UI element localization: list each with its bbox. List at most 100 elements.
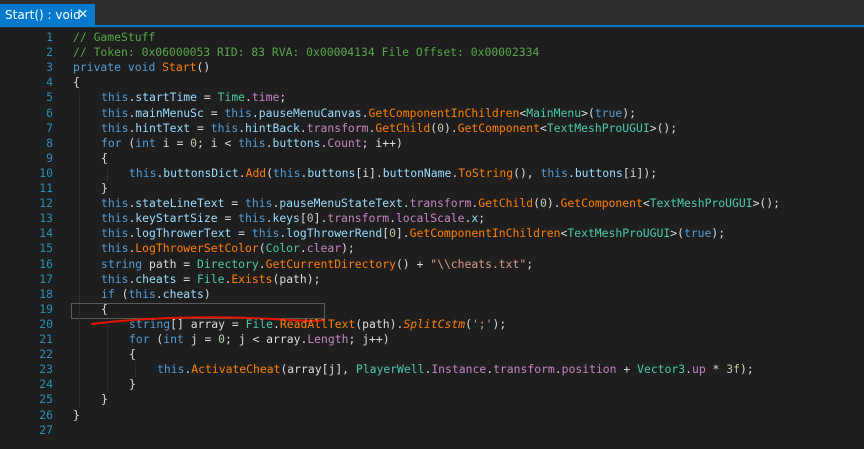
- code-token: =: [231, 226, 252, 241]
- code-token: );: [740, 362, 754, 377]
- code-line: 26}: [0, 408, 864, 423]
- code-token: ).: [546, 196, 561, 211]
- code-token: transform: [409, 196, 472, 211]
- code-token: string: [101, 256, 143, 271]
- code-token: Exists: [231, 271, 273, 286]
- line-number: 23: [39, 362, 53, 377]
- code-token: );: [622, 105, 636, 120]
- code-token: ; j < array.: [225, 332, 308, 346]
- code-token: this: [238, 135, 266, 150]
- code-token: ';': [471, 316, 493, 331]
- code-token: () +: [395, 256, 431, 271]
- code-token: File: [197, 271, 225, 286]
- code-token: if: [101, 286, 115, 301]
- code-token: this: [101, 196, 129, 211]
- code-token: File: [245, 316, 274, 331]
- tab-start-method[interactable]: Start() : void ✕: [0, 4, 95, 25]
- code-token: (array[j],: [280, 362, 356, 377]
- code-token: GetComponent: [560, 196, 643, 211]
- code-text: }: [101, 181, 108, 196]
- code-text: }: [73, 408, 80, 423]
- line-number: 20: [39, 316, 53, 331]
- code-token: true: [594, 105, 623, 120]
- code-token: transform: [493, 362, 555, 377]
- code-token: .: [155, 286, 163, 301]
- code-token: localScale: [395, 211, 465, 226]
- code-token: (path);: [272, 271, 321, 286]
- line-number: 12: [39, 196, 53, 211]
- code-token: }: [101, 392, 108, 407]
- code-token: private: [73, 60, 122, 75]
- code-token: // GameStuff: [73, 30, 156, 44]
- code-text: // GameStuff: [73, 30, 155, 45]
- code-line: 15 this.LogThrowerSetColor(Color.clear);: [0, 241, 864, 256]
- code-token: =: [224, 196, 246, 211]
- code-token: .: [567, 165, 575, 180]
- code-text: this.logThrowerText = this.logThrowerRen…: [101, 226, 725, 241]
- code-token: 0: [539, 196, 547, 211]
- code-token: [] array =: [170, 316, 246, 331]
- line-number: 14: [39, 226, 53, 241]
- code-token: [i]);: [622, 165, 658, 180]
- code-token: ): [203, 286, 211, 301]
- code-text: // Token: 0x06000053 RID: 83 RVA: 0x0000…: [73, 45, 539, 60]
- line-number: 2: [46, 45, 53, 60]
- code-token: position: [561, 362, 617, 377]
- code-line: 16 string path = Directory.GetCurrentDire…: [0, 257, 864, 272]
- code-line: 3 private void Start(): [0, 60, 864, 75]
- code-line: 2 // Token: 0x06000053 RID: 83 RVA: 0x000…: [0, 45, 864, 60]
- code-text: string[] array = File.ReadAllText(path).…: [129, 317, 506, 332]
- code-editor[interactable]: 1 // GameStuff 2 // Token: 0x06000053 RID: …: [0, 28, 864, 449]
- code-token: this: [273, 165, 301, 180]
- code-token: GetComponentInChildren: [409, 226, 561, 241]
- code-line: 25}: [0, 392, 864, 407]
- code-token: Count: [327, 135, 362, 150]
- code-token: TextMeshProUGUI: [649, 196, 753, 211]
- code-text: this. ActivateCheat(array[j], PlayerWell.…: [157, 362, 754, 377]
- code-token: ActivateCheat: [191, 362, 281, 377]
- close-icon[interactable]: ✕: [75, 6, 91, 22]
- code-token: buttons: [307, 165, 356, 180]
- code-token: int: [163, 332, 184, 346]
- code-token: .: [251, 105, 259, 120]
- code-token: <: [642, 196, 650, 211]
- code-text: this.keyStartSize = this.keys[0].transfo…: [101, 211, 485, 226]
- code-token: Instance: [431, 362, 487, 377]
- code-token: (: [258, 241, 266, 256]
- document-tab-bar: Start() : void ✕: [0, 0, 864, 28]
- code-text: for (int j = 0; j < array.Length; j++): [129, 332, 390, 347]
- code-token: >();: [649, 120, 678, 135]
- code-line: 9{: [0, 151, 864, 166]
- code-line: 11}: [0, 181, 864, 196]
- code-token: int: [135, 135, 156, 150]
- code-token: 0: [389, 226, 396, 241]
- code-token: logThrowerRend: [286, 226, 383, 241]
- code-text: for (int i = 0; i < this.buttons.Count; …: [101, 136, 403, 151]
- code-text: private void Start(): [73, 60, 210, 75]
- code-token: ; i <: [197, 135, 239, 150]
- code-token: >();: [752, 196, 781, 211]
- code-token: true: [683, 226, 712, 241]
- code-token: ].: [395, 226, 410, 241]
- code-token: i =: [155, 135, 191, 150]
- code-token: hintText: [135, 120, 191, 135]
- code-token: PlayerWell: [355, 362, 425, 377]
- line-number: 26: [39, 407, 53, 422]
- code-token: this: [128, 286, 156, 301]
- code-token: pauseMenuStateText: [279, 196, 403, 211]
- code-token: buttonsDict: [163, 165, 239, 180]
- code-token: Time: [217, 90, 246, 105]
- line-number: 19: [39, 301, 53, 316]
- code-token: this: [101, 120, 129, 135]
- code-line: 6 this.mainMenuSc = this.pauseMenuCanvas.…: [0, 106, 864, 121]
- code-text: string path = Directory.GetCurrentDirect…: [101, 257, 533, 272]
- code-token: >(: [670, 226, 684, 241]
- code-token: MainMenu: [526, 105, 582, 120]
- code-token: buttonName: [382, 165, 452, 180]
- code-token: (: [149, 332, 164, 346]
- code-token: buttons: [574, 165, 623, 180]
- code-token: keys: [272, 211, 300, 226]
- tab-accent-line: [0, 25, 864, 27]
- code-token: GetCurrentDirectory: [265, 256, 396, 271]
- code-token: *: [705, 362, 727, 377]
